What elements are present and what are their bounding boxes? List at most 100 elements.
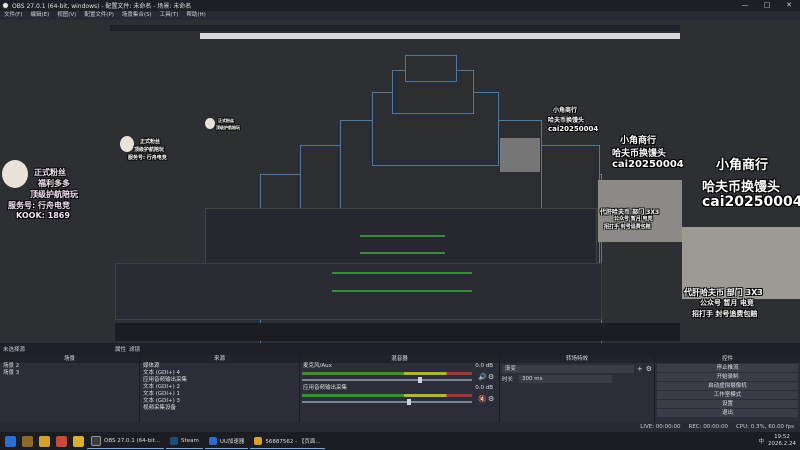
start-recording-button[interactable]: 开始录制 bbox=[657, 373, 798, 381]
mascot-icon-medium bbox=[120, 136, 134, 152]
duration-input[interactable]: 300 ms bbox=[519, 375, 613, 383]
menu-profile[interactable]: 配置文件(P) bbox=[80, 11, 118, 20]
speaker-icon[interactable]: 🔊 bbox=[478, 373, 487, 381]
docks-area: 场景 场景 2 场景 3 + − ∧ ∨ 来源 媒体源 文本 (GDI+) 4 … bbox=[0, 355, 800, 432]
webcam-caption-2-small: 公众号 暂月 电竞 bbox=[614, 216, 653, 222]
minimize-button[interactable]: — bbox=[734, 0, 756, 11]
menu-scene-collection[interactable]: 场景集合(S) bbox=[118, 11, 156, 20]
pinned-app-icon[interactable] bbox=[22, 435, 33, 447]
overlay-line2-medium: 哈夫币换馒头 bbox=[612, 149, 667, 159]
start-virtual-camera-button[interactable]: 启动虚拟摄像机 bbox=[657, 382, 798, 390]
volume-slider[interactable] bbox=[302, 379, 472, 381]
volume-slider-knob[interactable] bbox=[407, 399, 412, 405]
volume-slider[interactable] bbox=[302, 401, 472, 403]
start-menu-icon[interactable] bbox=[5, 435, 16, 447]
webcam-caption-1: 代肝哈夫币 部门 3X3 bbox=[684, 288, 763, 297]
recursive-frame-6 bbox=[405, 55, 457, 82]
transitions-title: 转场特效 bbox=[500, 355, 654, 363]
channel-db: 0.0 dB bbox=[475, 385, 493, 391]
clock-time: 19:52 bbox=[774, 434, 790, 440]
overlay-line3-small: cai20250004 bbox=[548, 125, 599, 133]
sources-title: 来源 bbox=[140, 355, 299, 363]
menu-file[interactable]: 文件(F) bbox=[0, 11, 26, 20]
add-transition-icon[interactable]: + bbox=[637, 365, 643, 373]
taskbar-app-browser[interactable]: 56887562 - 【页面... bbox=[250, 434, 325, 449]
exit-button[interactable]: 退出 bbox=[657, 409, 798, 417]
taskbar-app-uu[interactable]: UU加速器 bbox=[204, 434, 249, 449]
nested-meter-2 bbox=[332, 290, 472, 292]
overlay-line3-large: cai20250004 bbox=[702, 194, 800, 210]
preview-canvas[interactable]: 小角商行 哈夫币换馒头 cai20250004 小角商行 哈夫币换馒头 cai2… bbox=[0, 20, 800, 343]
source-item[interactable]: 文本 (GDI+) 1 bbox=[140, 391, 299, 398]
scenes-title: 场景 bbox=[0, 355, 139, 363]
badge-line1: 正式粉丝 bbox=[34, 168, 66, 177]
properties-button[interactable]: 属性 bbox=[115, 345, 126, 353]
settings-button[interactable]: 设置 bbox=[657, 400, 798, 408]
volume-slider-knob[interactable] bbox=[417, 377, 422, 383]
sources-dock: 来源 媒体源 文本 (GDI+) 4 应用音频输出采集 文本 (GDI+) 2 … bbox=[140, 355, 300, 432]
source-item[interactable]: 文本 (GDI+) 4 bbox=[140, 370, 299, 377]
nested-meter-1 bbox=[332, 272, 472, 274]
badge-small-line3: 顶级护航陪玩 bbox=[216, 125, 240, 130]
badge-small-line1: 正式粉丝 bbox=[218, 118, 234, 123]
pinned-app-icon[interactable] bbox=[73, 435, 84, 447]
nested-window-strip bbox=[200, 33, 680, 39]
filters-button[interactable]: 滤镜 bbox=[129, 345, 140, 353]
mascot-icon-small bbox=[205, 118, 215, 129]
pinned-app-icon[interactable] bbox=[39, 435, 50, 447]
maximize-button[interactable]: □ bbox=[756, 0, 778, 11]
mixer-title: 混音器 bbox=[300, 355, 499, 363]
close-button[interactable]: ✕ bbox=[778, 0, 800, 11]
rec-status: REC: 00:00:00 bbox=[688, 424, 728, 430]
mixer-channel: 麦克风/Aux 0.0 dB 🔊 ⚙ bbox=[300, 363, 499, 385]
volume-meter bbox=[302, 372, 472, 375]
scene-item[interactable]: 场景 3 bbox=[0, 370, 139, 377]
overlay-line1-large: 小角商行 bbox=[716, 158, 769, 173]
speaker-muted-icon[interactable]: 🔇 bbox=[478, 395, 487, 403]
taskbar-app-label: 56887562 - 【页面... bbox=[265, 438, 321, 445]
menu-view[interactable]: 视图(V) bbox=[53, 11, 80, 20]
transition-select[interactable]: 渐变 bbox=[502, 365, 634, 373]
stop-streaming-button[interactable]: 停止推流 bbox=[657, 364, 798, 372]
pinned-app-icon[interactable] bbox=[56, 435, 67, 447]
source-item[interactable]: 文本 (GDI+) 2 bbox=[140, 384, 299, 391]
taskbar: OBS 27.0.1 (64-bit... Steam UU加速器 568875… bbox=[0, 432, 800, 450]
scene-item[interactable]: 场景 2 bbox=[0, 363, 139, 370]
menu-help[interactable]: 帮助(H) bbox=[182, 11, 209, 20]
transition-settings-icon[interactable]: ⚙ bbox=[646, 365, 652, 373]
webcam-caption-2: 公众号 暂月 电竞 bbox=[700, 299, 754, 307]
gear-icon[interactable]: ⚙ bbox=[488, 395, 494, 403]
webcam-caption-3-small: 招打手 封号追费包赔 bbox=[604, 224, 651, 230]
badge-line3: 顶级护航陪玩 bbox=[30, 190, 78, 199]
steam-icon bbox=[170, 436, 179, 445]
taskbar-app-obs[interactable]: OBS 27.0.1 (64-bit... bbox=[87, 434, 165, 449]
clock[interactable]: 19:52 2026.2.24 bbox=[768, 434, 796, 448]
taskbar-app-label: OBS 27.0.1 (64-bit... bbox=[104, 437, 161, 444]
badge-medium-line1: 正式粉丝 bbox=[140, 139, 161, 145]
transitions-dock: 转场特效 渐变 + ⚙ 时长 300 ms bbox=[500, 355, 655, 432]
studio-mode-button[interactable]: 工作室模式 bbox=[657, 391, 798, 399]
live-status: LIVE: 00:00:00 bbox=[640, 424, 681, 430]
title-bar: OBS 27.0.1 (64-bit, windows) - 配置文件: 未命名… bbox=[0, 0, 800, 11]
badge-line5: KOOK: 1869 bbox=[16, 211, 70, 220]
taskbar-app-label: Steam bbox=[181, 437, 199, 444]
nested-meter-3 bbox=[360, 235, 445, 237]
overlay-line2-small: 哈夫币换馒头 bbox=[548, 117, 585, 124]
controls-dock: 控件 停止推流 开始录制 启动虚拟摄像机 工作室模式 设置 退出 bbox=[655, 355, 800, 432]
overlay-line3-medium: cai20250004 bbox=[612, 159, 684, 170]
menu-edit[interactable]: 编辑(E) bbox=[26, 11, 53, 20]
source-item[interactable]: 媒体源 bbox=[140, 363, 299, 370]
source-item[interactable]: 应用音频输出采集 bbox=[140, 377, 299, 384]
channel-name: 应用音频输出采集 bbox=[303, 385, 348, 391]
system-tray: 中 19:52 2026.2.24 bbox=[758, 432, 796, 450]
source-item[interactable]: 文本 (GDI+) 3 bbox=[140, 398, 299, 405]
nested-titlebar bbox=[110, 25, 680, 31]
source-toolbar: 未选择源 属性 滤镜 bbox=[0, 343, 800, 355]
badge-line2: 福利多多 bbox=[38, 179, 70, 188]
menu-tools[interactable]: 工具(T) bbox=[156, 11, 183, 20]
gear-icon[interactable]: ⚙ bbox=[488, 373, 494, 381]
ime-indicator[interactable]: 中 bbox=[758, 437, 764, 445]
taskbar-app-steam[interactable]: Steam bbox=[166, 434, 203, 449]
duration-label: 时长 bbox=[502, 377, 514, 383]
source-item[interactable]: 视频采集设备 bbox=[140, 405, 299, 412]
